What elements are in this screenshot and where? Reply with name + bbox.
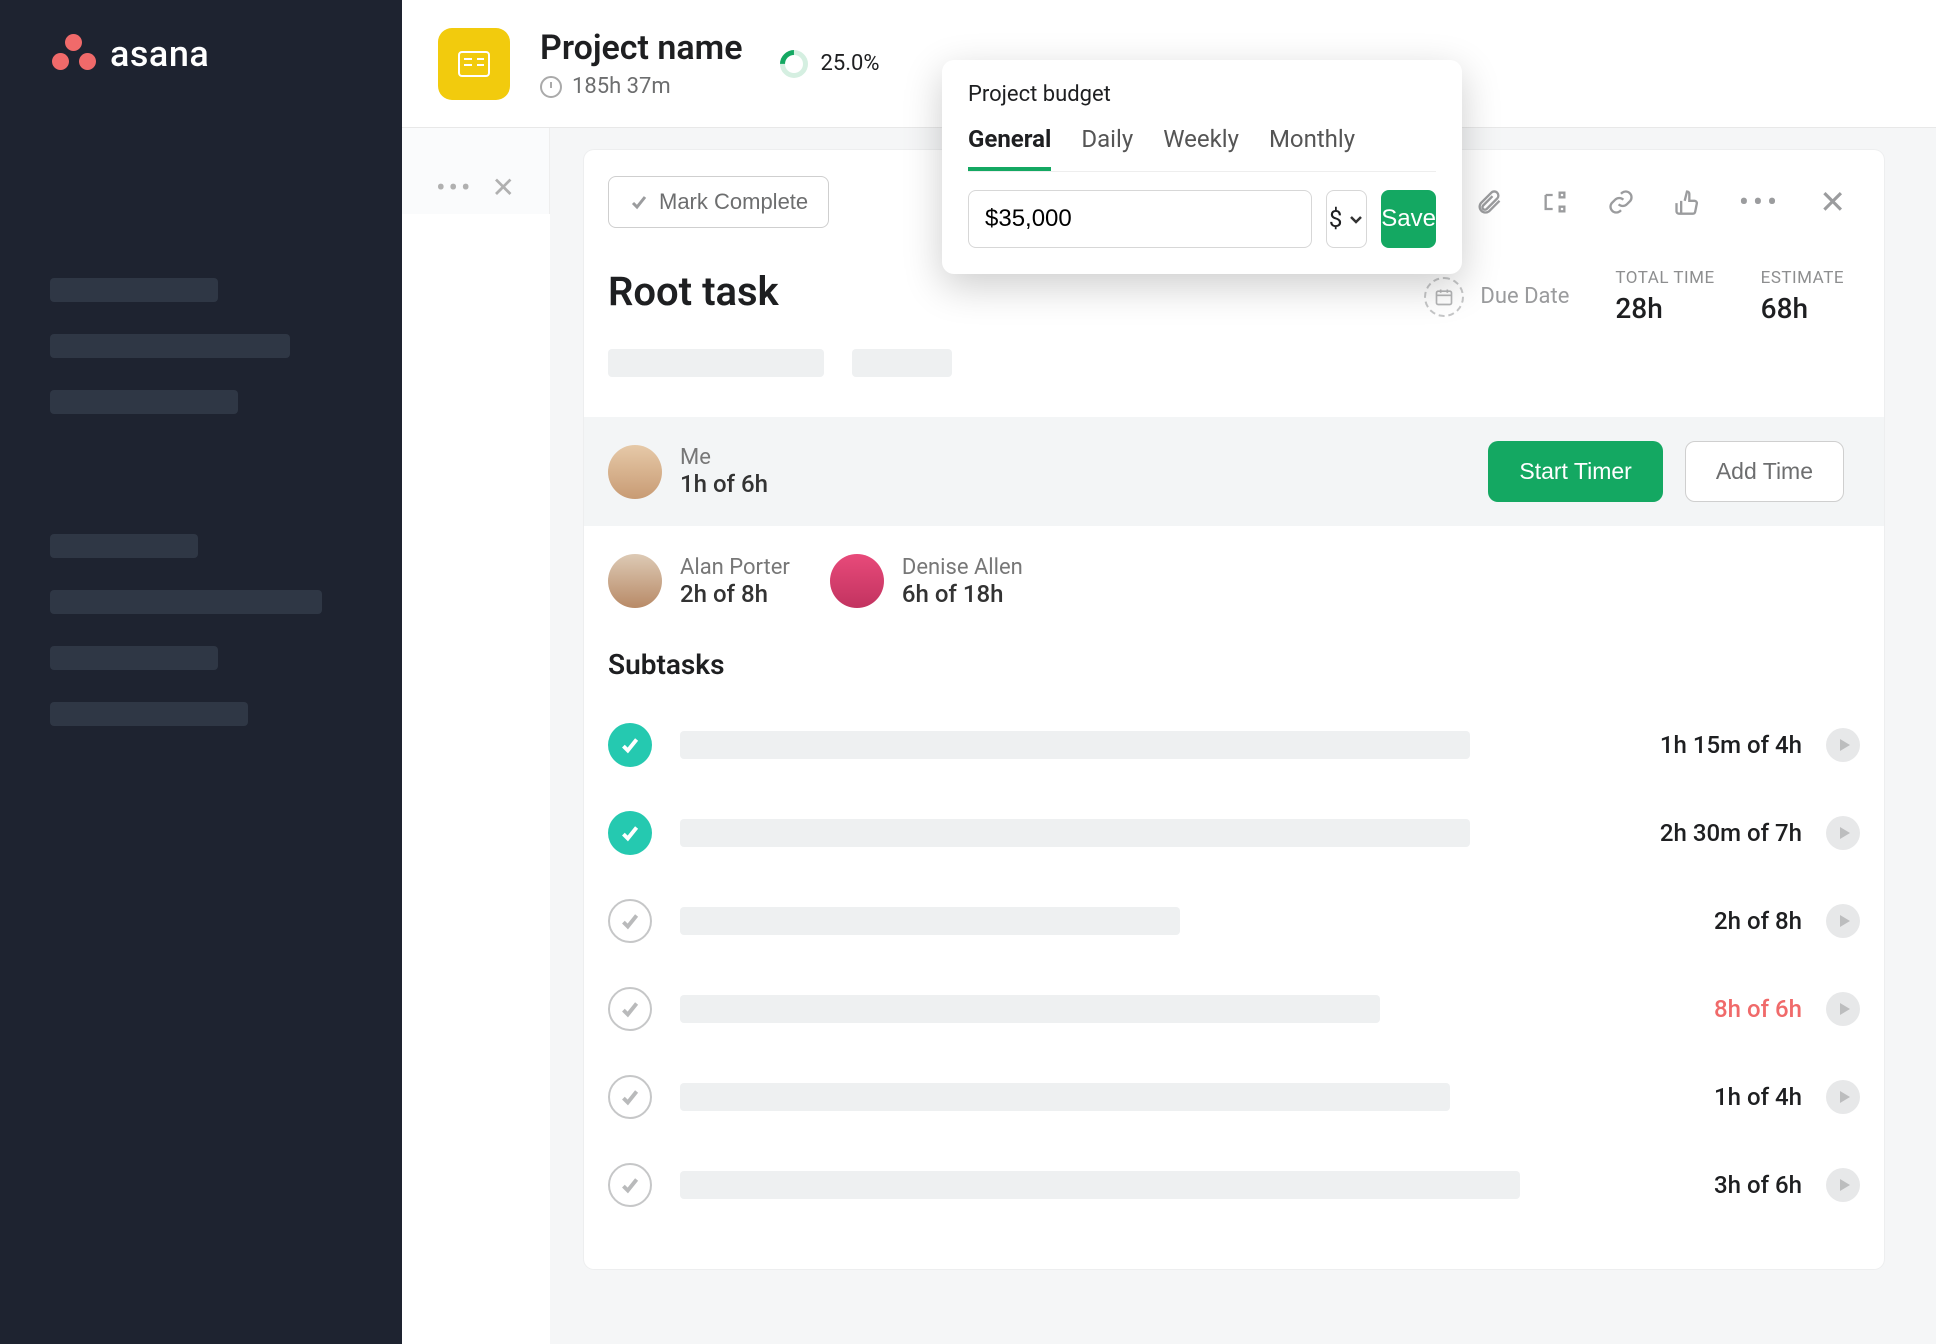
subtask-title-placeholder bbox=[680, 819, 1470, 847]
subtask-row[interactable]: 8h of 6h bbox=[608, 965, 1860, 1053]
play-icon[interactable] bbox=[1826, 904, 1860, 938]
sidebar-placeholder bbox=[50, 278, 218, 302]
more-icon[interactable]: ••• bbox=[436, 171, 473, 204]
start-timer-button[interactable]: Start Timer bbox=[1488, 441, 1662, 502]
sidebar-placeholder bbox=[50, 590, 322, 614]
asana-logo-icon bbox=[50, 30, 98, 78]
sidebar-placeholder bbox=[50, 334, 290, 358]
assignee-name: Alan Porter bbox=[680, 555, 790, 580]
project-icon bbox=[438, 28, 510, 100]
sidebar-placeholder-group bbox=[0, 278, 402, 726]
task-title[interactable]: Root task bbox=[608, 268, 779, 315]
close-icon[interactable]: ✕ bbox=[491, 171, 514, 204]
save-button[interactable]: Save bbox=[1381, 190, 1436, 248]
subtask-time: 1h 15m of 4h bbox=[1660, 731, 1802, 759]
subtask-title-placeholder bbox=[680, 907, 1180, 935]
project-time: 185h 37m bbox=[540, 74, 742, 99]
play-icon[interactable] bbox=[1826, 1168, 1860, 1202]
progress-ring-icon bbox=[775, 44, 815, 84]
close-panel-icon[interactable]: ✕ bbox=[1819, 183, 1846, 221]
project-topbar: Project name 185h 37m 25.0% Project budg… bbox=[402, 0, 1936, 128]
check-complete-icon[interactable] bbox=[608, 811, 652, 855]
mark-complete-button[interactable]: Mark Complete bbox=[608, 176, 829, 228]
avatar bbox=[608, 445, 662, 499]
check-empty-icon[interactable] bbox=[608, 899, 652, 943]
assignee-name: Me bbox=[680, 445, 768, 470]
project-title[interactable]: Project name bbox=[540, 28, 742, 68]
progress-percent: 25.0% bbox=[820, 51, 879, 76]
sidebar: asana bbox=[0, 0, 402, 1344]
currency-symbol: $ bbox=[1329, 205, 1343, 233]
placeholder bbox=[852, 349, 952, 377]
play-icon[interactable] bbox=[1826, 816, 1860, 850]
attachment-icon[interactable] bbox=[1475, 188, 1503, 216]
like-icon[interactable] bbox=[1673, 188, 1701, 216]
subtask-title-placeholder bbox=[680, 995, 1380, 1023]
sidebar-placeholder bbox=[50, 534, 198, 558]
other-assignees: Alan Porter2h of 8h Denise Allen6h of 18h bbox=[584, 526, 1884, 618]
budget-popover: Project budget General Daily Weekly Monthly… bbox=[942, 60, 1462, 274]
subtasks-heading: Subtasks bbox=[584, 618, 1884, 697]
mark-complete-label: Mark Complete bbox=[659, 189, 808, 215]
assignee-time: 1h of 6h bbox=[680, 470, 768, 498]
check-icon bbox=[629, 192, 649, 212]
subtask-time: 1h of 4h bbox=[1714, 1083, 1802, 1111]
budget-amount-input[interactable] bbox=[968, 190, 1312, 248]
clock-icon bbox=[540, 76, 562, 98]
calendar-icon bbox=[1424, 277, 1464, 317]
total-time-value: 28h bbox=[1615, 292, 1714, 325]
avatar bbox=[830, 554, 884, 608]
assignee-time: 6h of 18h bbox=[902, 580, 1023, 608]
task-panel: Mark Complete ••• ✕ Root ta bbox=[584, 150, 1884, 1269]
project-time-value: 185h 37m bbox=[572, 74, 671, 99]
sidebar-placeholder bbox=[50, 390, 238, 414]
link-icon[interactable] bbox=[1607, 188, 1635, 216]
check-complete-icon[interactable] bbox=[608, 723, 652, 767]
sidebar-placeholder bbox=[50, 646, 218, 670]
popover-tabs: General Daily Weekly Monthly bbox=[968, 125, 1436, 172]
total-time-label: TOTAL TIME bbox=[1615, 268, 1714, 288]
placeholder bbox=[608, 349, 824, 377]
budget-tab-monthly[interactable]: Monthly bbox=[1269, 125, 1355, 171]
estimate-label: ESTIMATE bbox=[1761, 268, 1844, 288]
subtask-time: 8h of 6h bbox=[1714, 995, 1802, 1023]
add-time-button[interactable]: Add Time bbox=[1685, 441, 1844, 502]
subtask-row[interactable]: 2h 30m of 7h bbox=[608, 789, 1860, 877]
currency-select[interactable]: $ bbox=[1326, 190, 1367, 248]
due-date-label: Due Date bbox=[1480, 284, 1569, 309]
subtask-row[interactable]: 3h of 6h bbox=[608, 1141, 1860, 1229]
subtask-row[interactable]: 1h 15m of 4h bbox=[608, 701, 1860, 789]
popover-title: Project budget bbox=[968, 82, 1436, 107]
budget-tab-daily[interactable]: Daily bbox=[1081, 125, 1133, 171]
check-empty-icon[interactable] bbox=[608, 1163, 652, 1207]
budget-tab-weekly[interactable]: Weekly bbox=[1163, 125, 1239, 171]
subtask-row[interactable]: 1h of 4h bbox=[608, 1053, 1860, 1141]
app-logo: asana bbox=[0, 30, 402, 78]
check-empty-icon[interactable] bbox=[608, 987, 652, 1031]
chevron-down-icon bbox=[1348, 211, 1364, 227]
app-name: asana bbox=[110, 33, 209, 75]
play-icon[interactable] bbox=[1826, 992, 1860, 1026]
sidebar-placeholder bbox=[50, 702, 248, 726]
subtask-time: 3h of 6h bbox=[1714, 1171, 1802, 1199]
due-date-chip[interactable]: Due Date bbox=[1424, 277, 1569, 317]
assignee-name: Denise Allen bbox=[902, 555, 1023, 580]
narrow-column: ••• ✕ bbox=[402, 128, 550, 214]
avatar bbox=[608, 554, 662, 608]
estimate-value: 68h bbox=[1761, 292, 1844, 325]
subtask-time: 2h of 8h bbox=[1714, 907, 1802, 935]
subtask-list: 1h 15m of 4h 2h 30m of 7h 2h of 8h 8h of 6h… bbox=[584, 697, 1884, 1269]
subtask-time: 2h 30m of 7h bbox=[1660, 819, 1802, 847]
check-empty-icon[interactable] bbox=[608, 1075, 652, 1119]
play-icon[interactable] bbox=[1826, 728, 1860, 762]
subtask-icon[interactable] bbox=[1541, 188, 1569, 216]
subtask-title-placeholder bbox=[680, 1171, 1520, 1199]
subtask-title-placeholder bbox=[680, 731, 1470, 759]
more-actions-icon[interactable]: ••• bbox=[1739, 185, 1781, 220]
assignee-time: 2h of 8h bbox=[680, 580, 790, 608]
subtask-row[interactable]: 2h of 8h bbox=[608, 877, 1860, 965]
subtask-title-placeholder bbox=[680, 1083, 1450, 1111]
budget-tab-general[interactable]: General bbox=[968, 125, 1051, 171]
play-icon[interactable] bbox=[1826, 1080, 1860, 1114]
